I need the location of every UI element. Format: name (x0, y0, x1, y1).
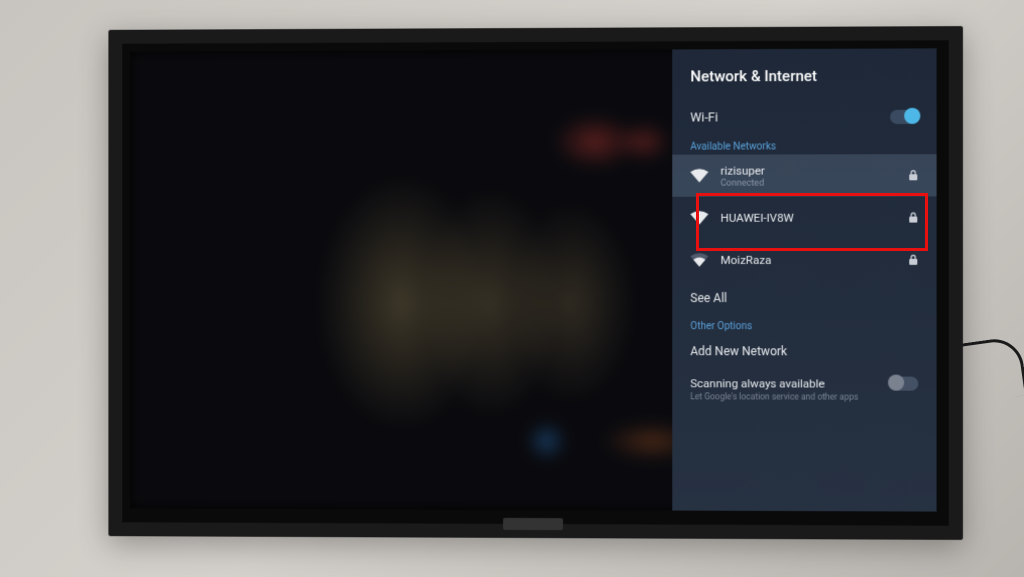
lock-icon (908, 212, 918, 224)
network-name: MoizRaza (721, 253, 897, 267)
scanning-title: Scanning always available (690, 376, 824, 390)
network-status: Connected (721, 178, 897, 188)
tv-frame: Network & Internet Wi-Fi Available Netwo… (108, 26, 963, 540)
wifi-label: Wi-Fi (690, 110, 718, 125)
other-options-label: Other Options (672, 315, 936, 334)
panel-title: Network & Internet (672, 66, 936, 99)
network-text: MoizRaza (721, 253, 897, 267)
wifi-toggle-switch[interactable] (890, 110, 918, 124)
settings-panel: Network & Internet Wi-Fi Available Netwo… (672, 48, 936, 511)
network-name: rizisuper (721, 163, 897, 177)
see-all-item[interactable]: See All (672, 281, 936, 315)
wifi-signal-icon (690, 211, 708, 225)
available-networks-label: Available Networks (672, 135, 936, 155)
wifi-toggle-row[interactable]: Wi-Fi (672, 99, 936, 136)
scanning-subtitle: Let Google's location service and other … (672, 392, 936, 403)
wifi-signal-icon (690, 253, 708, 267)
network-item-rizisuper[interactable]: rizisuper Connected (672, 154, 936, 197)
lock-icon (908, 254, 918, 266)
network-text: HUAWEI-IV8W (721, 211, 897, 225)
network-item-huawei[interactable]: HUAWEI-IV8W (672, 196, 936, 238)
scanning-toggle-switch[interactable] (890, 377, 918, 391)
tv-brand-logo (503, 518, 563, 530)
lock-icon (908, 169, 918, 181)
network-item-moizraza[interactable]: MoizRaza (672, 239, 936, 281)
network-name: HUAWEI-IV8W (721, 211, 897, 225)
scanning-row[interactable]: Scanning always available (672, 368, 936, 393)
add-network-item[interactable]: Add New Network (672, 334, 936, 368)
wifi-signal-icon (690, 169, 708, 183)
network-text: rizisuper Connected (721, 163, 897, 188)
tv-screen: Network & Internet Wi-Fi Available Netwo… (130, 48, 936, 511)
